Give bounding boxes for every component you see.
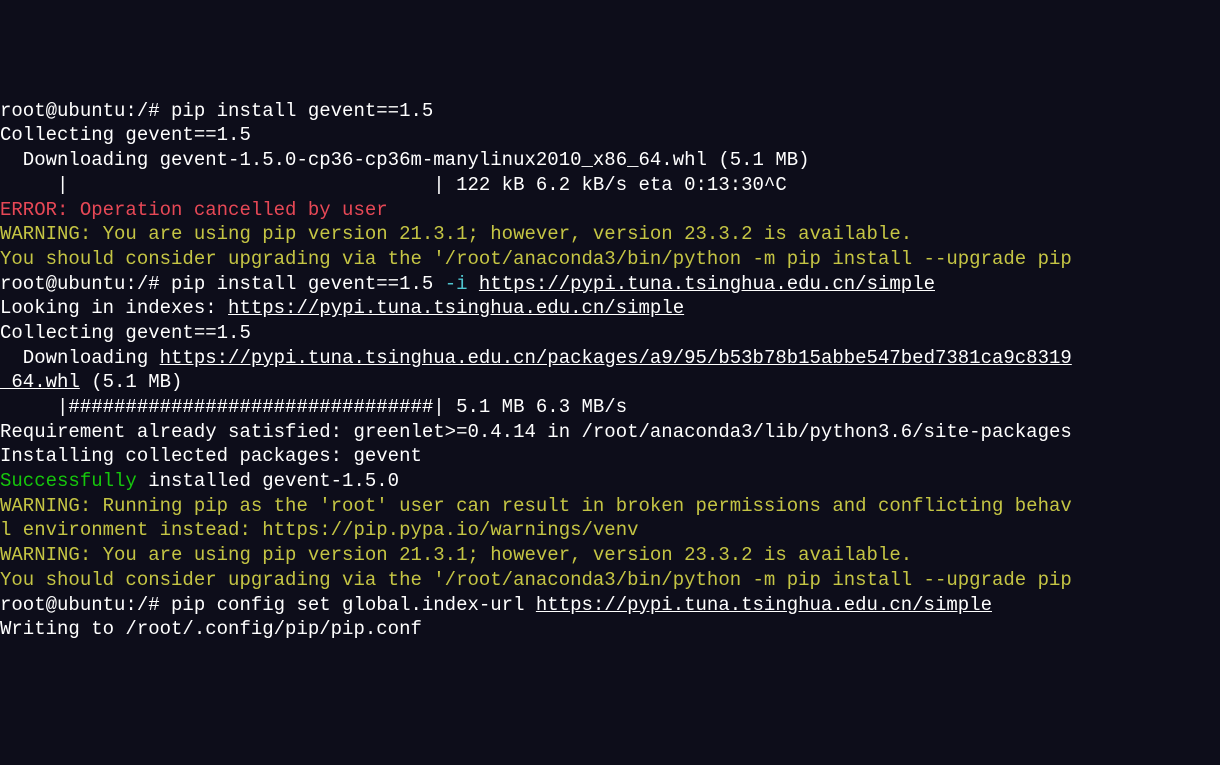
- terminal-text-segment: WARNING: Running pip as the 'root' user …: [0, 495, 1072, 517]
- terminal-text-segment: Collecting gevent==1.5: [0, 124, 251, 146]
- terminal-line: WARNING: Running pip as the 'root' user …: [0, 494, 1220, 519]
- terminal-text-segment: Collecting gevent==1.5: [0, 322, 251, 344]
- terminal-text-segment: Writing to /root/.config/pip/pip.conf: [0, 618, 422, 640]
- terminal-text-segment: Installing collected packages: gevent: [0, 445, 422, 467]
- terminal-text-segment: root@ubuntu:/# pip install gevent==1.5: [0, 100, 433, 122]
- terminal-text-segment: Downloading gevent-1.5.0-cp36-cp36m-many…: [0, 149, 810, 171]
- terminal-text-segment: https://pypi.tuna.tsinghua.edu.cn/simple: [536, 594, 992, 616]
- terminal-line: Collecting gevent==1.5: [0, 123, 1220, 148]
- terminal-line: root@ubuntu:/# pip install gevent==1.5 -…: [0, 272, 1220, 297]
- terminal-line: |################################| 5.1 M…: [0, 395, 1220, 420]
- terminal-line: l environment instead: https://pip.pypa.…: [0, 518, 1220, 543]
- terminal-text-segment: You should consider upgrading via the '/…: [0, 569, 1072, 591]
- terminal-text-segment: l environment instead: https://pip.pypa.…: [0, 519, 639, 541]
- terminal-line: Writing to /root/.config/pip/pip.conf: [0, 617, 1220, 642]
- terminal-text-segment: |################################| 5.1 M…: [0, 396, 627, 418]
- terminal-text-segment: WARNING: You are using pip version 21.3.…: [0, 544, 912, 566]
- terminal-line: You should consider upgrading via the '/…: [0, 568, 1220, 593]
- terminal-line: Requirement already satisfied: greenlet>…: [0, 420, 1220, 445]
- terminal-text-segment: https://pypi.tuna.tsinghua.edu.cn/simple: [479, 273, 935, 295]
- terminal-text-segment: root@ubuntu:/# pip install gevent==1.5: [0, 273, 445, 295]
- terminal-line: WARNING: You are using pip version 21.3.…: [0, 222, 1220, 247]
- terminal-text-segment: Requirement already satisfied: greenlet>…: [0, 421, 1072, 443]
- terminal-output[interactable]: root@ubuntu:/# pip install gevent==1.5Co…: [0, 99, 1220, 642]
- terminal-text-segment: ERROR: Operation cancelled by user: [0, 199, 388, 221]
- terminal-line: _64.whl (5.1 MB): [0, 370, 1220, 395]
- terminal-line: Downloading https://pypi.tuna.tsinghua.e…: [0, 346, 1220, 371]
- terminal-text-segment: Successfully: [0, 470, 137, 492]
- terminal-text-segment: root@ubuntu:/# pip config set global.ind…: [0, 594, 536, 616]
- terminal-text-segment: WARNING: You are using pip version 21.3.…: [0, 223, 912, 245]
- terminal-text-segment: https://pypi.tuna.tsinghua.edu.cn/packag…: [160, 347, 1072, 369]
- terminal-line: Successfully installed gevent-1.5.0: [0, 469, 1220, 494]
- terminal-line: Installing collected packages: gevent: [0, 444, 1220, 469]
- terminal-text-segment: Downloading: [0, 347, 160, 369]
- terminal-text-segment: (5.1 MB): [80, 371, 183, 393]
- terminal-text-segment: _64.whl: [0, 371, 80, 393]
- terminal-line: | | 122 kB 6.2 kB/s eta 0:13:30^C: [0, 173, 1220, 198]
- terminal-line: Collecting gevent==1.5: [0, 321, 1220, 346]
- terminal-text-segment: You should consider upgrading via the '/…: [0, 248, 1072, 270]
- terminal-text-segment: https://pypi.tuna.tsinghua.edu.cn/simple: [228, 297, 684, 319]
- terminal-line: WARNING: You are using pip version 21.3.…: [0, 543, 1220, 568]
- terminal-line: You should consider upgrading via the '/…: [0, 247, 1220, 272]
- terminal-line: Downloading gevent-1.5.0-cp36-cp36m-many…: [0, 148, 1220, 173]
- terminal-line: root@ubuntu:/# pip config set global.ind…: [0, 593, 1220, 618]
- terminal-line: root@ubuntu:/# pip install gevent==1.5: [0, 99, 1220, 124]
- terminal-text-segment: -i: [445, 273, 479, 295]
- terminal-text-segment: installed gevent-1.5.0: [137, 470, 399, 492]
- terminal-text-segment: Looking in indexes:: [0, 297, 228, 319]
- terminal-line: ERROR: Operation cancelled by user: [0, 198, 1220, 223]
- terminal-text-segment: | | 122 kB 6.2 kB/s eta 0:13:30^C: [0, 174, 787, 196]
- terminal-line: Looking in indexes: https://pypi.tuna.ts…: [0, 296, 1220, 321]
